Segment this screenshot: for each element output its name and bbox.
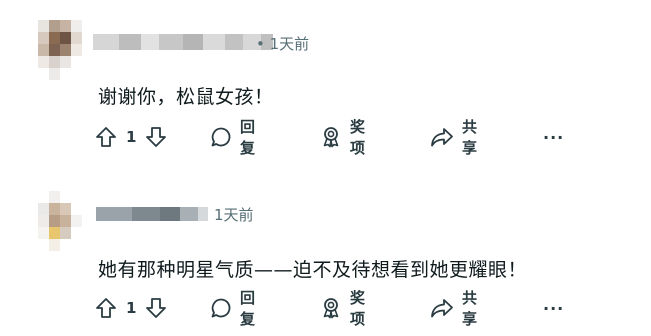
award-ribbon-icon <box>320 297 342 319</box>
share-button[interactable]: 共享 <box>430 118 477 157</box>
vote-group: 1 <box>95 293 167 323</box>
username[interactable] <box>93 34 273 50</box>
award-button[interactable]: 奖项 <box>320 289 365 328</box>
comment-text: 谢谢你，松鼠女孩！ <box>98 86 274 108</box>
comment-text: 她有那种明星气质——迫不及待想看到她更耀眼！ <box>98 259 528 281</box>
arrow-up-icon[interactable] <box>95 126 117 148</box>
vote-score: 1 <box>126 128 137 146</box>
reply-button[interactable]: 回复 <box>210 118 255 157</box>
arrow-down-icon[interactable] <box>145 297 167 319</box>
comment-timestamp: • 1天前 <box>256 35 310 53</box>
avatar[interactable] <box>38 20 82 80</box>
share-label: 共享 <box>462 289 478 328</box>
arrow-down-icon[interactable] <box>145 126 167 148</box>
arrow-up-icon[interactable] <box>95 297 117 319</box>
avatar[interactable] <box>38 191 82 251</box>
award-button[interactable]: 奖项 <box>320 118 365 157</box>
vote-score: 1 <box>126 299 137 317</box>
more-horizontal-icon[interactable]: ··· <box>543 122 564 152</box>
comment-timestamp: 1天前 <box>214 206 254 224</box>
share-arrow-icon <box>430 126 454 148</box>
award-label: 奖项 <box>350 118 366 157</box>
vote-group: 1 <box>95 122 167 152</box>
share-button[interactable]: 共享 <box>430 289 477 328</box>
share-label: 共享 <box>462 118 478 157</box>
share-arrow-icon <box>430 297 454 319</box>
more-horizontal-icon[interactable]: ··· <box>543 293 564 323</box>
award-ribbon-icon <box>320 126 342 148</box>
reply-button[interactable]: 回复 <box>210 289 255 328</box>
speech-bubble-icon <box>210 126 232 148</box>
award-label: 奖项 <box>350 289 366 328</box>
username[interactable] <box>96 207 208 221</box>
reply-label: 回复 <box>240 289 256 328</box>
reply-label: 回复 <box>240 118 256 157</box>
speech-bubble-icon <box>210 297 232 319</box>
